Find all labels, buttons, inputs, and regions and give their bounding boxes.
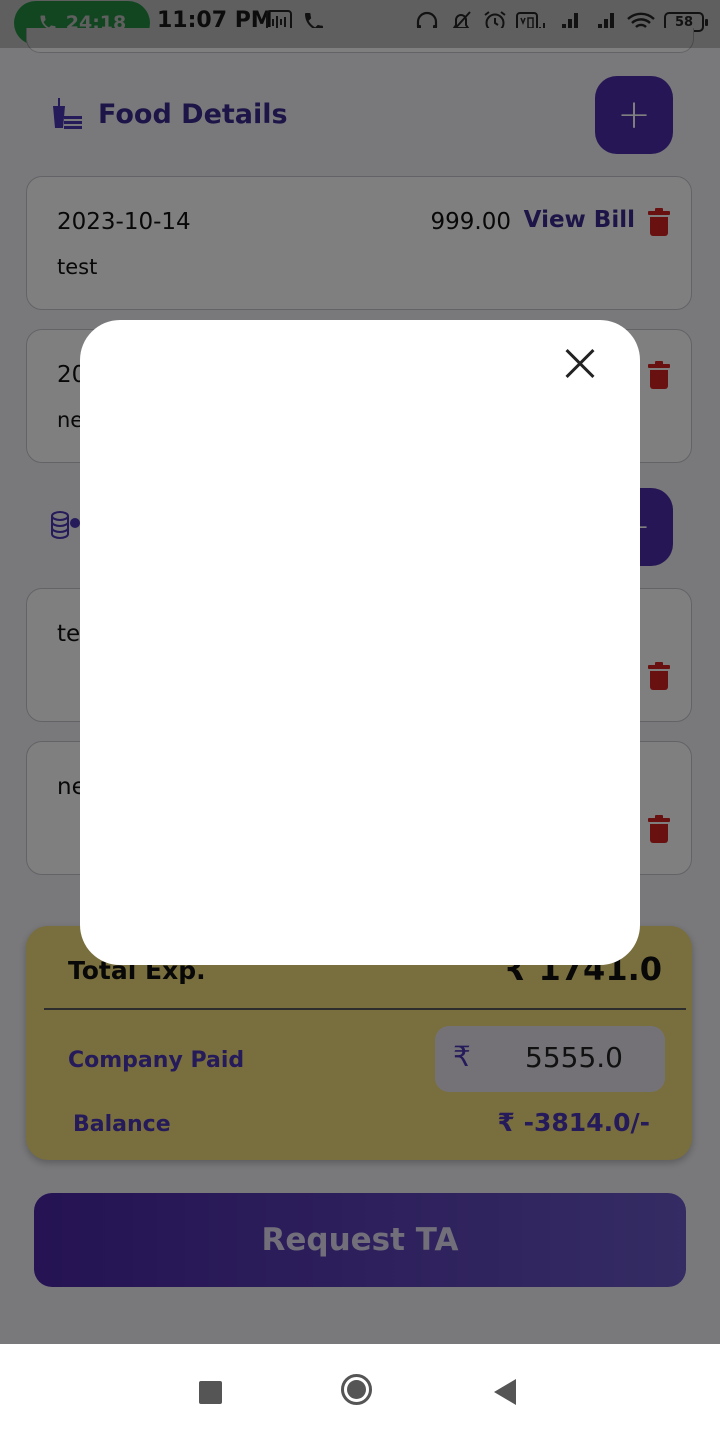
system-nav-bar: [0, 1344, 720, 1440]
status-bar-scrim: [0, 0, 720, 48]
close-icon[interactable]: [564, 348, 596, 380]
bill-preview-dialog: [80, 320, 640, 965]
app-screen: 24:18 11:07 PM 58 Food Details +: [0, 0, 720, 1344]
home-icon[interactable]: [341, 1374, 372, 1405]
back-icon[interactable]: [494, 1379, 516, 1405]
recents-icon[interactable]: [199, 1381, 222, 1404]
